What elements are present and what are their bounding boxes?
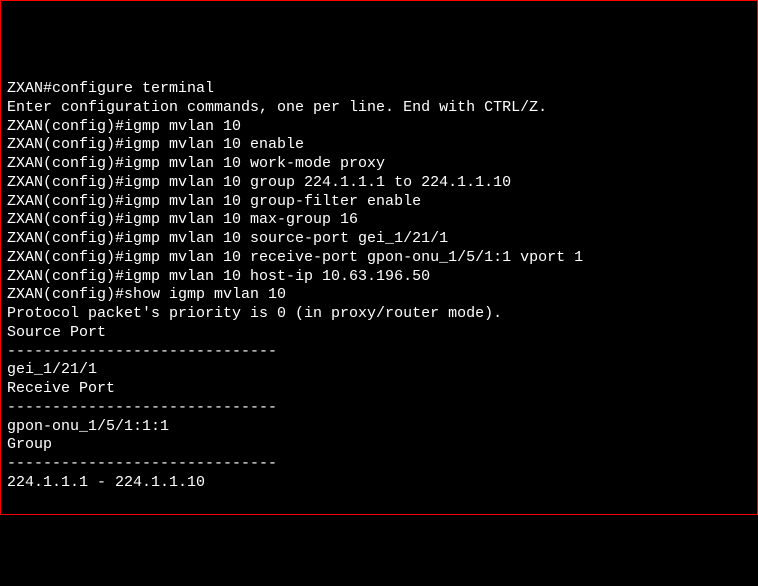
terminal-line: Protocol packet's priority is 0 (in prox…: [7, 305, 751, 324]
terminal-line: Enter configuration commands, one per li…: [7, 99, 751, 118]
terminal-line: gpon-onu_1/5/1:1:1: [7, 418, 751, 437]
terminal-output: ZXAN#configure terminalEnter configurati…: [7, 80, 751, 493]
terminal-line: gei_1/21/1: [7, 361, 751, 380]
terminal-line: ZXAN#configure terminal: [7, 80, 751, 99]
terminal-line: ZXAN(config)#igmp mvlan 10: [7, 118, 751, 137]
terminal-line: ZXAN(config)#igmp mvlan 10 max-group 16: [7, 211, 751, 230]
terminal-line: ZXAN(config)#igmp mvlan 10 host-ip 10.63…: [7, 268, 751, 287]
terminal-line: ZXAN(config)#igmp mvlan 10 enable: [7, 136, 751, 155]
terminal-line: ZXAN(config)#igmp mvlan 10 receive-port …: [7, 249, 751, 268]
terminal-line: ------------------------------: [7, 455, 751, 474]
terminal-line: Receive Port: [7, 380, 751, 399]
terminal-line: ZXAN(config)#igmp mvlan 10 group-filter …: [7, 193, 751, 212]
terminal-line: ------------------------------: [7, 343, 751, 362]
terminal-line: ZXAN(config)#show igmp mvlan 10: [7, 286, 751, 305]
terminal-line: Group: [7, 436, 751, 455]
terminal-line: ZXAN(config)#igmp mvlan 10 work-mode pro…: [7, 155, 751, 174]
terminal-line: 224.1.1.1 - 224.1.1.10: [7, 474, 751, 493]
terminal-line: ZXAN(config)#igmp mvlan 10 source-port g…: [7, 230, 751, 249]
terminal-line: ZXAN(config)#igmp mvlan 10 group 224.1.1…: [7, 174, 751, 193]
terminal-line: Source Port: [7, 324, 751, 343]
terminal-line: ------------------------------: [7, 399, 751, 418]
